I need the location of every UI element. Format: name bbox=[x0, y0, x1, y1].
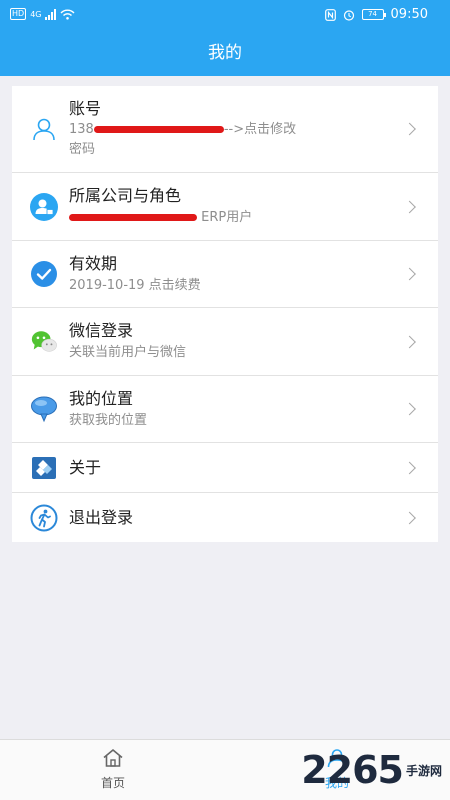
menu-item-title: 退出登录 bbox=[69, 508, 134, 527]
menu-item-about[interactable]: 关于 bbox=[12, 443, 438, 493]
status-left: HD 4G bbox=[10, 8, 75, 20]
menu-item-subtitle-line2: 密码 bbox=[69, 142, 96, 157]
menu-item-account[interactable]: 账号 138 -->点击修改 密码 bbox=[12, 86, 438, 173]
menu-item-text: 所属公司与角色 ERP用户 bbox=[69, 185, 438, 228]
menu-item-text: 有效期 2019-10-19 点击续费 bbox=[69, 253, 438, 296]
page-title: 我的 bbox=[208, 43, 242, 63]
menu-item-text: 退出登录 bbox=[69, 507, 438, 528]
watermark-number: 2265 bbox=[301, 748, 404, 792]
wechat-icon bbox=[30, 328, 58, 356]
wifi-icon bbox=[60, 9, 75, 20]
user-icon bbox=[30, 115, 58, 143]
status-right: 74 09:50 bbox=[324, 7, 428, 22]
menu-item-text: 我的位置 获取我的位置 bbox=[69, 388, 438, 431]
check-circle-icon bbox=[30, 260, 58, 288]
menu-list: 账号 138-->点击修改 密码 所属公司与角色 ERP用户 有效期 2019 bbox=[12, 86, 438, 542]
company-role-icon bbox=[30, 192, 58, 221]
battery-icon: 74 bbox=[361, 9, 386, 20]
tab-home[interactable]: 首页 bbox=[53, 748, 173, 791]
watermark-site: 手游网 bbox=[405, 763, 442, 778]
home-icon bbox=[103, 749, 123, 767]
status-bar: HD 4G 74 09:50 bbox=[0, 0, 450, 30]
nfc-icon bbox=[324, 8, 336, 21]
menu-item-wechat-login[interactable]: 微信登录 关联当前用户与微信 bbox=[12, 308, 438, 376]
menu-item-subtitle: 关联当前用户与微信 bbox=[69, 345, 187, 360]
status-time: 09:50 bbox=[390, 7, 428, 22]
menu-item-subtitle: ERP用户 bbox=[69, 208, 388, 228]
menu-item-title: 所属公司与角色 bbox=[69, 186, 182, 205]
account-change-hint: -->点击修改 bbox=[223, 122, 297, 137]
signal-icon bbox=[45, 8, 57, 20]
network-type: 4G bbox=[30, 9, 42, 19]
redaction-mark bbox=[69, 214, 197, 221]
menu-item-text: 微信登录 关联当前用户与微信 bbox=[69, 320, 438, 363]
account-phone-prefix: 138 bbox=[69, 122, 94, 137]
tab-label: 首页 bbox=[100, 776, 125, 790]
menu-item-subtitle: 2019-10-19 点击续费 bbox=[69, 277, 201, 293]
logout-icon bbox=[30, 504, 58, 532]
company-role-value: ERP用户 bbox=[201, 210, 253, 225]
battery-level: 74 bbox=[368, 10, 377, 18]
menu-item-title: 关于 bbox=[69, 458, 102, 477]
menu-item-my-location[interactable]: 我的位置 获取我的位置 bbox=[12, 376, 438, 443]
menu-item-company-role[interactable]: 所属公司与角色 ERP用户 bbox=[12, 173, 438, 241]
menu-item-validity[interactable]: 有效期 2019-10-19 点击续费 bbox=[12, 241, 438, 308]
menu-item-text: 账号 138 -->点击修改 密码 bbox=[69, 98, 438, 160]
menu-item-title: 微信登录 bbox=[69, 321, 134, 340]
menu-item-title: 账号 bbox=[69, 99, 102, 118]
menu-item-title: 有效期 bbox=[69, 253, 118, 273]
site-watermark: 2265 手游网 bbox=[301, 748, 442, 792]
alarm-icon bbox=[343, 9, 354, 21]
menu-item-logout[interactable]: 退出登录 bbox=[12, 493, 438, 542]
hd-indicator: HD bbox=[10, 8, 27, 20]
menu-item-title: 我的位置 bbox=[69, 388, 134, 408]
about-icon bbox=[30, 454, 58, 482]
location-bubble-icon bbox=[30, 395, 58, 423]
app-header: 我的 bbox=[0, 30, 450, 76]
redaction-mark bbox=[93, 126, 224, 133]
menu-item-subtitle: 获取我的位置 bbox=[69, 412, 148, 428]
menu-item-subtitle: 138 -->点击修改 bbox=[69, 120, 388, 140]
menu-item-text: 关于 bbox=[69, 457, 438, 478]
